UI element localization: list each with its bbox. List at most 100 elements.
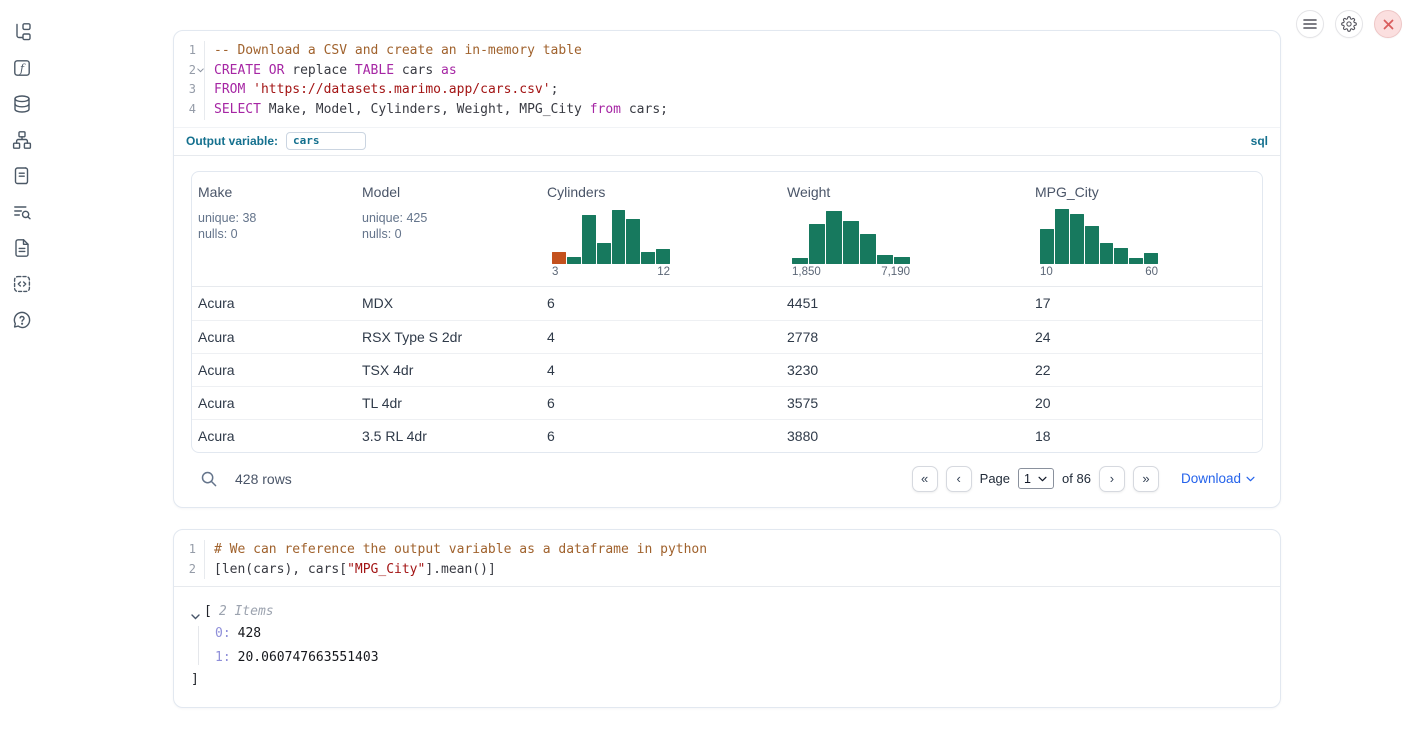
snippets-icon[interactable] — [12, 274, 32, 294]
column-label: Model — [362, 184, 541, 200]
axis-max-label: 7,190 — [881, 266, 910, 278]
code-token: Make, Model, Cylinders, Weight, MPG_City — [261, 102, 590, 117]
histogram-bar — [860, 234, 876, 264]
sql-cell: 1 -- Download a CSV and create an in-memo… — [173, 30, 1281, 508]
datasources-icon[interactable] — [12, 94, 32, 114]
menu-button[interactable] — [1296, 10, 1324, 38]
axis-min-label: 10 — [1040, 266, 1053, 278]
data-table: Makeunique: 38nulls: 0 Model unique: 425nu… — [191, 171, 1263, 453]
code-token: 'https://datasets.marimo.app/cars.csv' — [253, 82, 550, 97]
column-header[interactable]: Cylinders 3 12 — [541, 184, 781, 278]
python-code-editor[interactable]: 1 # We can reference the output variable … — [174, 530, 1280, 586]
column-histogram — [552, 208, 670, 264]
last-page-button[interactable]: » — [1133, 466, 1159, 492]
page-label: Page — [980, 471, 1010, 486]
functions-icon[interactable]: f — [12, 58, 32, 78]
line-number: 2 — [174, 61, 196, 81]
table-cell: TL 4dr — [356, 395, 541, 411]
table-body: AcuraMDX6445117AcuraRSX Type S 2dr427782… — [192, 287, 1262, 452]
shutdown-button[interactable] — [1374, 10, 1402, 38]
histogram-bar — [877, 255, 893, 264]
hamburger-icon — [1303, 18, 1317, 30]
search-list-icon[interactable] — [12, 202, 32, 222]
sidebar: f — [0, 22, 44, 330]
row-count: 428 rows — [235, 471, 292, 487]
code-text: SELECT Make, Model, Cylinders, Weight, M… — [205, 100, 668, 120]
histogram-bar — [597, 243, 611, 264]
collapse-chevron-icon[interactable] — [191, 609, 200, 615]
table-cell: RSX Type S 2dr — [356, 329, 541, 345]
column-header[interactable]: Weight1,8507,190 — [781, 184, 1029, 278]
code-token: as — [441, 63, 457, 78]
histogram-bar — [826, 211, 842, 264]
code-text: # We can reference the output variable a… — [205, 540, 707, 560]
table-cell: 3230 — [781, 362, 1029, 378]
top-actions — [1296, 10, 1402, 38]
settings-button[interactable] — [1335, 10, 1363, 38]
code-token: TABLE — [355, 63, 394, 78]
histogram-bar — [1114, 248, 1128, 264]
code-token: -- Download a CSV and create an in-memor… — [214, 43, 582, 58]
python-cell-output: [ 2 Items 0:4281:20.060747663551403 ] — [174, 586, 1280, 707]
column-stats: unique: 38nulls: 0 — [198, 210, 356, 242]
column-stat: nulls: 0 — [362, 226, 541, 242]
output-variable-input[interactable] — [286, 132, 366, 150]
column-header[interactable]: Makeunique: 38nulls: 0 — [192, 184, 356, 278]
table-row[interactable]: AcuraRSX Type S 2dr4277824 — [192, 320, 1262, 353]
code-text: [len(cars), cars["MPG_City"].mean()] — [205, 560, 496, 580]
code-text: CREATE OR replace TABLE cars as — [205, 61, 457, 81]
next-page-button[interactable]: › — [1099, 466, 1125, 492]
histogram-bar — [809, 224, 825, 264]
axis-min-label: 1,850 — [792, 266, 821, 278]
table-cell: Acura — [192, 428, 356, 444]
table-cell: 4 — [541, 362, 781, 378]
column-label: Cylinders — [547, 184, 781, 200]
download-button[interactable]: Download — [1181, 471, 1255, 486]
download-label: Download — [1181, 471, 1241, 486]
sql-code-editor[interactable]: 1 -- Download a CSV and create an in-memo… — [174, 31, 1280, 127]
histogram-bar — [641, 252, 655, 264]
documentation-icon[interactable] — [12, 238, 32, 258]
column-header[interactable]: Model unique: 425nulls: 0 — [356, 184, 541, 278]
table-footer: 428 rows « ‹ Page 1 of 86 › » Download — [191, 464, 1263, 494]
file-explorer-icon[interactable] — [12, 22, 32, 42]
prev-page-button[interactable]: ‹ — [946, 466, 972, 492]
first-page-button[interactable]: « — [912, 466, 938, 492]
code-text: -- Download a CSV and create an in-memor… — [205, 41, 582, 61]
table-row[interactable]: AcuraTSX 4dr4323022 — [192, 353, 1262, 386]
histogram-bar — [1100, 243, 1114, 264]
column-header[interactable]: MPG_City1060 — [1029, 184, 1262, 278]
code-line: 2[len(cars), cars["MPG_City"].mean()] — [174, 560, 1268, 580]
table-cell: 4 — [541, 329, 781, 345]
fold-gutter — [196, 41, 205, 61]
table-cell: 18 — [1029, 428, 1262, 444]
code-token: ].mean()] — [425, 562, 495, 577]
chevron-down-icon — [1038, 476, 1047, 482]
table-row[interactable]: AcuraMDX6445117 — [192, 287, 1262, 320]
table-row[interactable]: AcuraTL 4dr6357520 — [192, 386, 1262, 419]
page-select[interactable]: 1 — [1018, 468, 1054, 489]
search-icon[interactable] — [200, 470, 218, 488]
table-row[interactable]: Acura3.5 RL 4dr6388018 — [192, 419, 1262, 452]
table-cell: 20 — [1029, 395, 1262, 411]
histogram-bar — [792, 258, 808, 264]
help-icon[interactable] — [12, 310, 32, 330]
dependency-graph-icon[interactable] — [12, 130, 32, 150]
output-variable-label: Output variable: — [186, 134, 278, 148]
svg-text:f: f — [19, 62, 26, 75]
line-number: 1 — [174, 540, 196, 560]
axis-min-label: 3 — [552, 266, 558, 278]
fold-chevron-icon[interactable] — [197, 68, 204, 73]
line-number: 1 — [174, 41, 196, 61]
output-variable-bar: Output variable: sql — [174, 127, 1280, 155]
table-cell: 6 — [541, 395, 781, 411]
table-cell: 3880 — [781, 428, 1029, 444]
logs-icon[interactable] — [12, 166, 32, 186]
axis-max-label: 12 — [657, 266, 670, 278]
histogram-bar — [582, 215, 596, 264]
table-cell: Acura — [192, 329, 356, 345]
page-total-label: of 86 — [1062, 471, 1091, 486]
table-cell: 24 — [1029, 329, 1262, 345]
column-stats: unique: 425nulls: 0 — [362, 210, 541, 242]
open-bracket: [ — [204, 604, 212, 619]
